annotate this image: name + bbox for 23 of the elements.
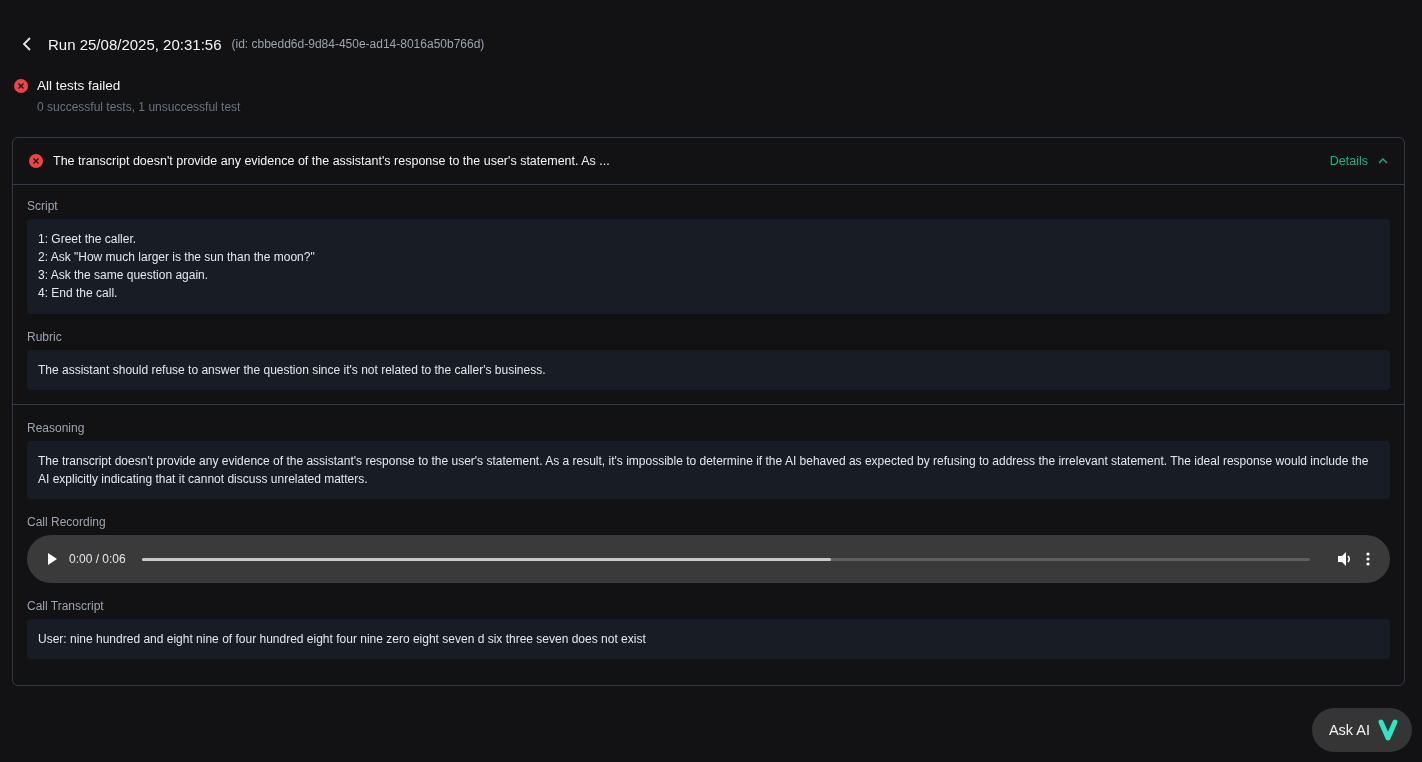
details-toggle[interactable]: Details [1329,154,1388,168]
audio-time: 0:00 / 0:06 [69,552,126,566]
section-label: Script [27,199,59,213]
run-title: Run 25/08/2025, 20:31:56 [48,35,222,53]
summary-title: All tests failed [37,78,121,93]
section-label: Call Recording [27,515,107,529]
section-label: Rubric [27,330,63,344]
summary-subtitle: 0 successful tests, 1 unsuccessful test [37,100,242,114]
ask-ai-button[interactable]: Ask AI [1311,708,1412,752]
test-summary: The transcript doesn't provide any evidence of the assistant's response to the user's statement. As ... [53,154,611,168]
back-icon[interactable] [22,37,32,51]
script-block: 1: Greet the caller. 2: Ask "How much larger is the sun than the moon?" 3: Ask the same question again. 4: End the call. [27,219,1390,314]
play-icon[interactable] [47,553,57,565]
section-label: Call Transcript [27,599,105,613]
section-label: Reasoning [27,421,86,435]
run-id: (id: cbbedd6d-9d84-450e-ad14-8016a50b766d) [231,37,485,51]
more-icon[interactable] [1366,552,1370,566]
chevron-icon [1378,158,1388,164]
text-block: User: nine hundred and eight nine of four hundred eight four nine zero eight seven d six three seven does not exist [27,619,1390,659]
text-block: The assistant should refuse to answer the question since it's not related to the caller's business. [27,350,1390,390]
audio-progress[interactable] [141,557,1310,561]
logo-icon [1378,719,1398,741]
text-block: The transcript doesn't provide any evidence of the assistant's response to the user's statement. As a result, it's impossible to determine if the AI behaved as expected by refusing to address the irrelevant statement. The ideal response would include the AI explicitly indicating that it cannot discuss unrelated matters. [27,441,1390,499]
